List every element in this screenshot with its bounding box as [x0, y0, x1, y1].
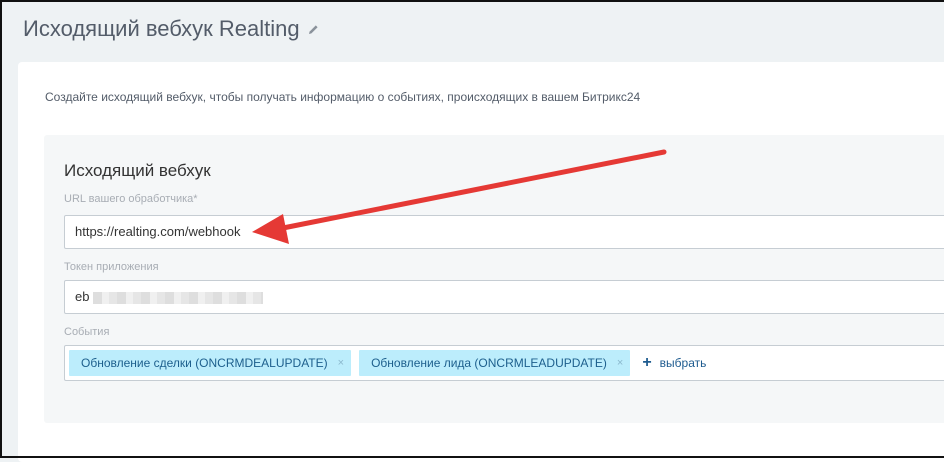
annotation-arrow [252, 149, 667, 244]
arrow-shaft [275, 149, 667, 232]
arrow-head [252, 214, 289, 244]
